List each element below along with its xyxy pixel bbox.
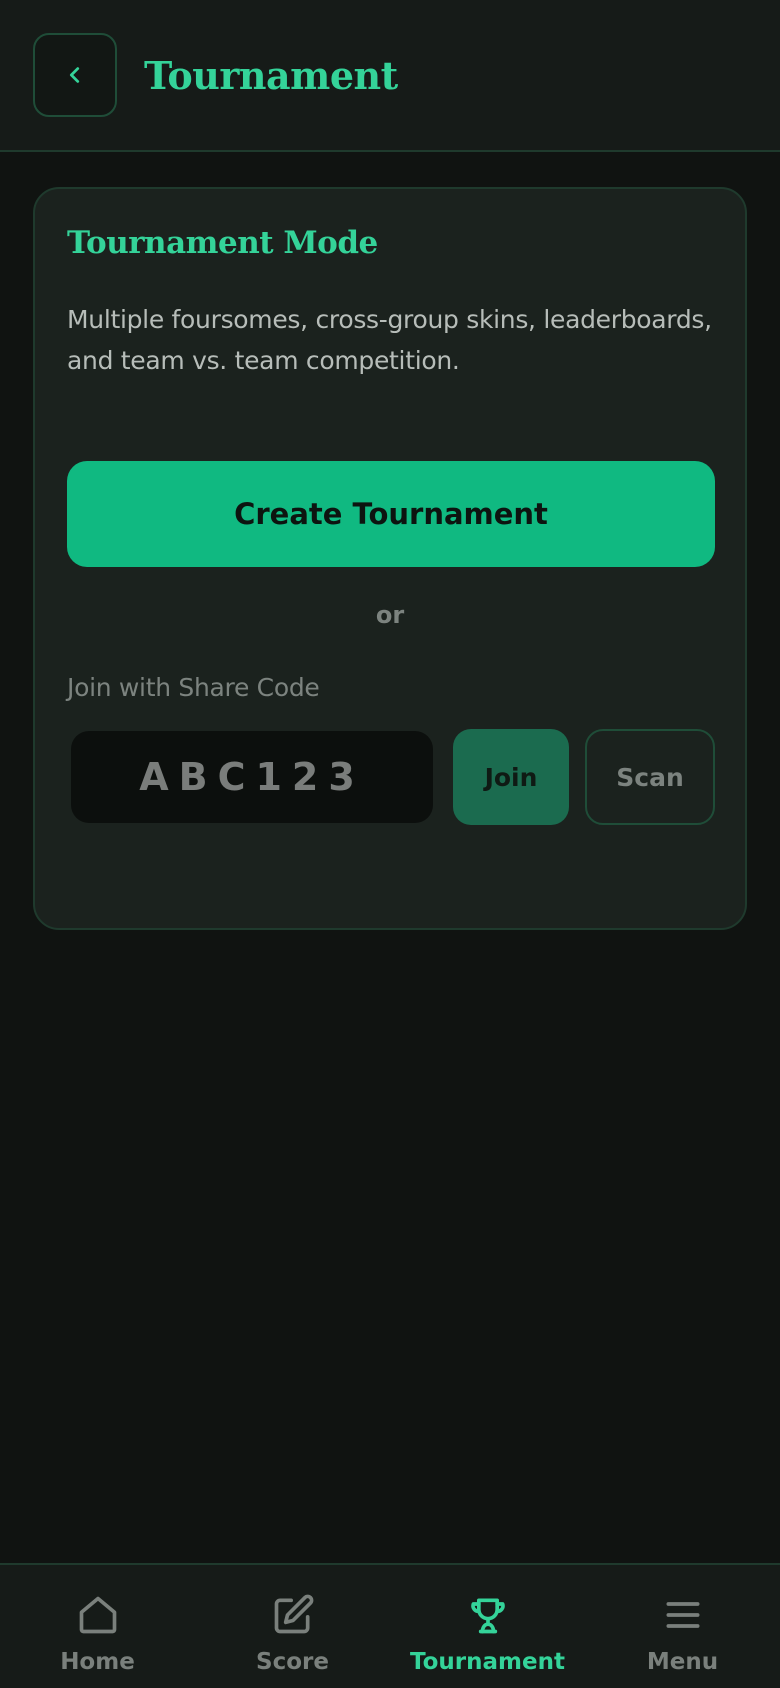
nav-item-menu[interactable]: Menu (585, 1565, 780, 1688)
nav-label-menu: Menu (646, 1649, 719, 1675)
back-button[interactable] (33, 33, 117, 117)
bottom-nav: Home Score Tournament Menu (0, 1563, 780, 1688)
home-icon (79, 1596, 116, 1634)
trophy-icon (470, 1598, 505, 1634)
chevron-left-icon (69, 67, 80, 83)
nav-item-home[interactable]: Home (0, 1565, 195, 1688)
menu-icon (666, 1602, 699, 1628)
app-root: Tournament Tournament Mode Multiple four… (0, 0, 780, 1688)
share-code-input[interactable] (71, 731, 433, 823)
nav-item-score[interactable]: Score (195, 1565, 390, 1688)
card-title: Tournament Mode (67, 225, 378, 261)
top-header: Tournament (0, 0, 780, 152)
nav-label-tournament: Tournament (410, 1649, 565, 1675)
create-tournament-button[interactable]: Create Tournament (67, 461, 715, 567)
join-button[interactable]: Join (453, 729, 569, 825)
or-divider: or (375, 601, 405, 629)
tournament-mode-card: Tournament Mode Multiple foursomes, cros… (33, 187, 747, 930)
page-title: Tournament (144, 53, 398, 98)
edit-icon (274, 1594, 313, 1634)
join-share-code-label: Join with Share Code (67, 673, 320, 702)
nav-item-tournament[interactable]: Tournament (390, 1565, 585, 1688)
nav-label-home: Home (60, 1649, 135, 1675)
nav-label-score: Score (256, 1649, 329, 1675)
card-description: Multiple foursomes, cross-group skins, l… (67, 305, 712, 375)
scan-button[interactable]: Scan (585, 729, 715, 825)
